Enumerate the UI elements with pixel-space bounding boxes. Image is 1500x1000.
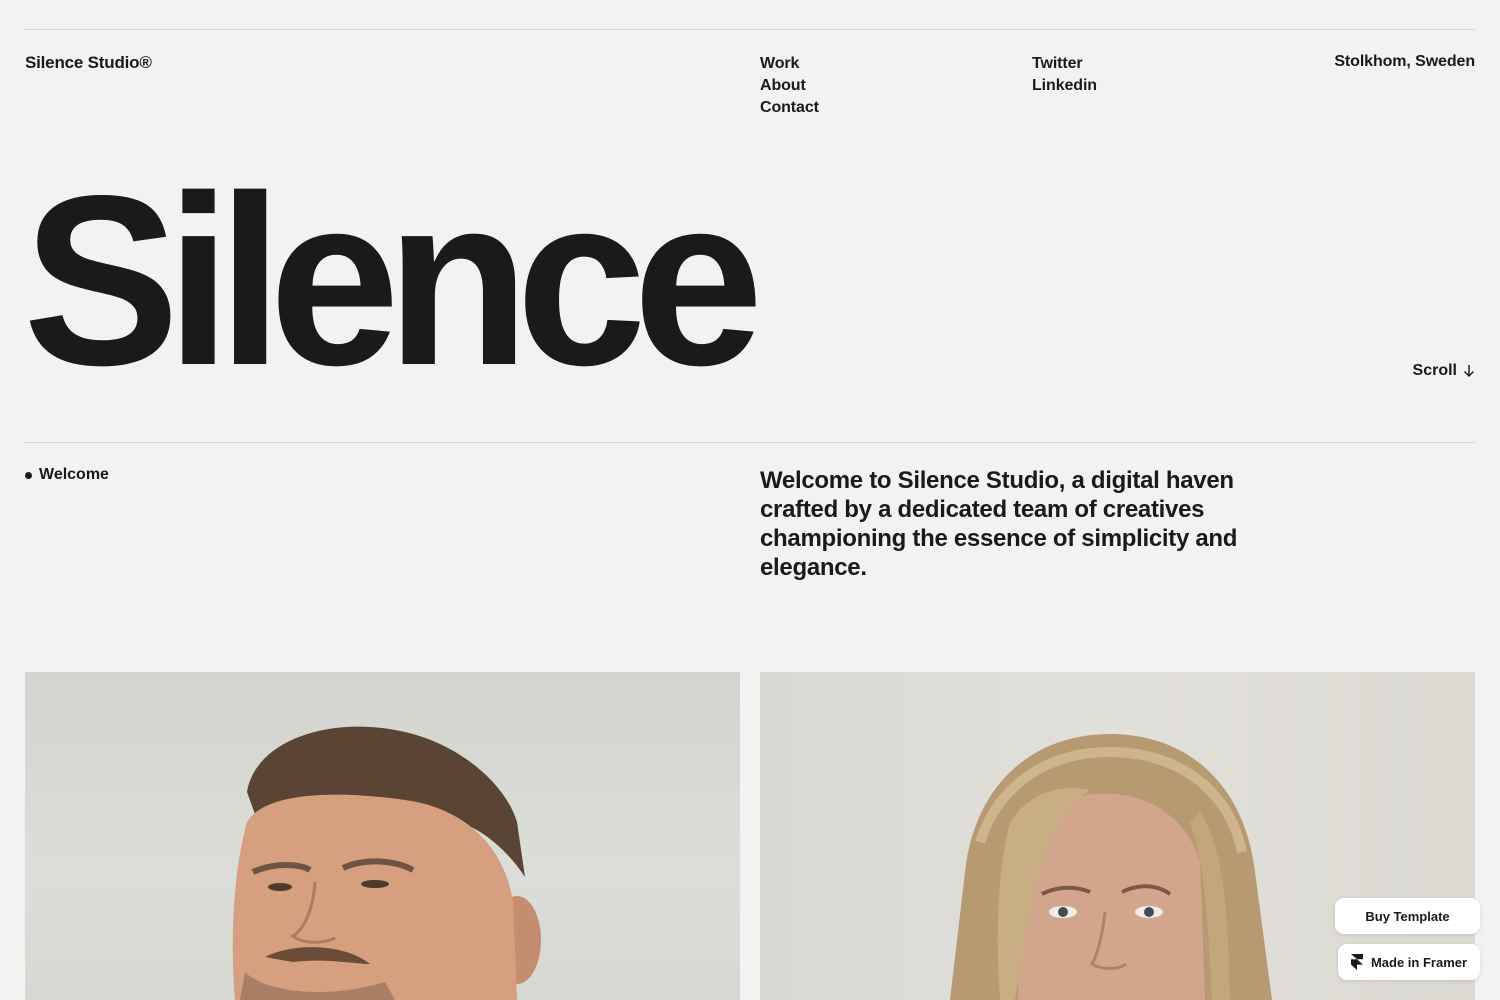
nav-link-contact[interactable]: Contact xyxy=(760,97,819,119)
location-text: Stolkhom, Sweden xyxy=(1334,53,1475,70)
buy-template-button[interactable]: Buy Template xyxy=(1335,898,1480,934)
scroll-label: Scroll xyxy=(1412,362,1457,379)
made-in-framer-button[interactable]: Made in Framer xyxy=(1338,944,1480,980)
social-nav: Twitter Linkedin xyxy=(1032,53,1097,97)
man-portrait-image xyxy=(25,672,740,1000)
social-link-linkedin[interactable]: Linkedin xyxy=(1032,75,1097,97)
brand-name[interactable]: Silence Studio® xyxy=(25,53,152,73)
buy-template-label: Buy Template xyxy=(1365,908,1450,924)
nav-link-work[interactable]: Work xyxy=(760,53,819,75)
section-label-text: Welcome xyxy=(39,466,109,483)
top-divider xyxy=(25,29,1475,30)
intro-paragraph: Welcome to Silence Studio, a digital hav… xyxy=(760,467,1238,581)
nav-link-about[interactable]: About xyxy=(760,75,819,97)
bullet-dot-icon xyxy=(25,471,32,479)
section-divider xyxy=(25,442,1475,443)
made-in-framer-label: Made in Framer xyxy=(1370,954,1468,970)
main-nav: Work About Contact xyxy=(760,53,819,119)
scroll-button[interactable]: Scroll xyxy=(1413,362,1475,380)
framer-logo-icon xyxy=(1350,954,1363,970)
social-link-twitter[interactable]: Twitter xyxy=(1032,53,1097,75)
hero-title: Silence xyxy=(23,146,764,416)
arrow-down-icon xyxy=(1464,365,1474,377)
section-label: Welcome xyxy=(25,466,109,484)
